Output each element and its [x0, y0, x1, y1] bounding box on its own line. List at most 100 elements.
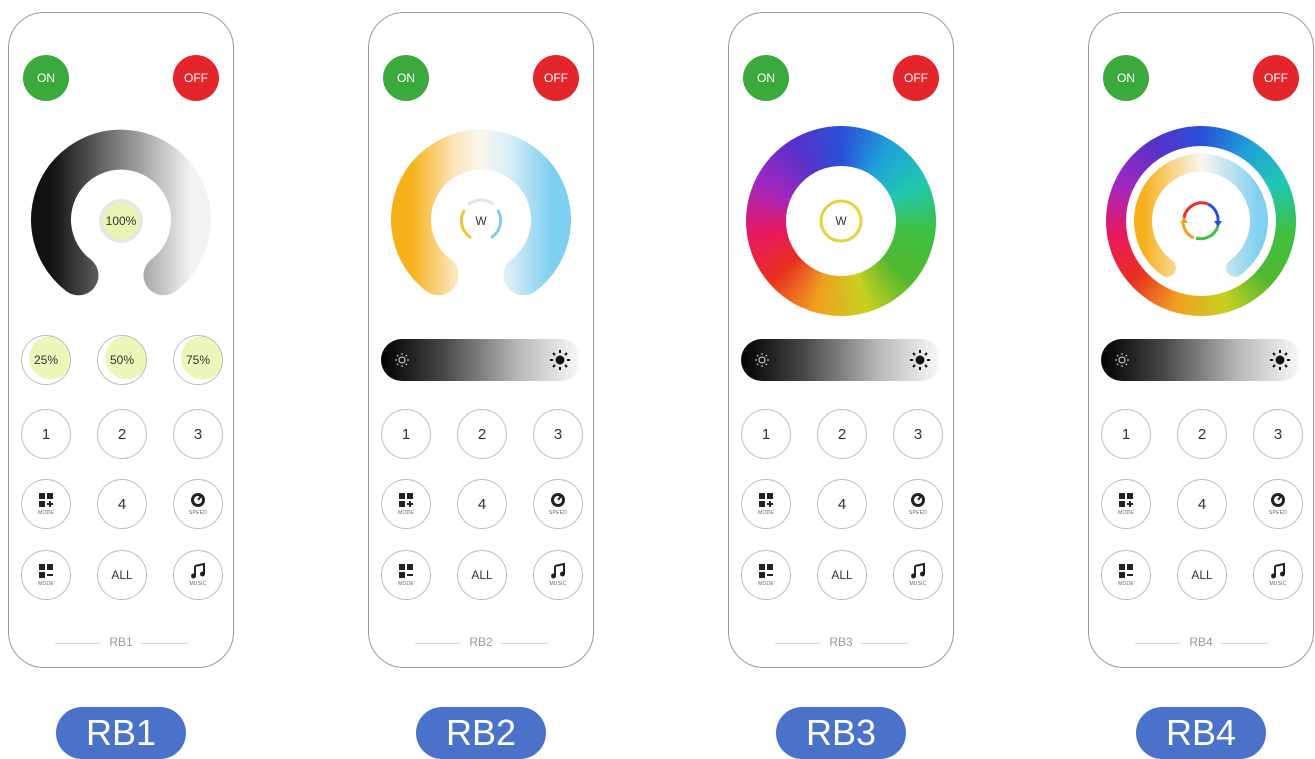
mode-minus-icon: [1119, 564, 1133, 578]
music-icon: [911, 563, 925, 579]
mode-minus-label: MODE: [38, 581, 54, 587]
mode-minus-label: MODE: [1118, 581, 1134, 587]
mode-minus-icon: [39, 564, 53, 578]
brightness-slider[interactable]: [381, 339, 581, 381]
zone-3-button[interactable]: 3: [1253, 409, 1303, 459]
mode-plus-icon: [1119, 493, 1133, 507]
mode-minus-button[interactable]: MODE: [21, 550, 71, 600]
zone-4-button[interactable]: 4: [97, 479, 147, 529]
mode-plus-button[interactable]: MODE: [1101, 479, 1151, 529]
mode-plus-icon: [399, 493, 413, 507]
zone-2-button[interactable]: 2: [97, 409, 147, 459]
footer-model-label: RB2: [369, 635, 593, 649]
zone-3-button[interactable]: 3: [533, 409, 583, 459]
speed-icon: [191, 493, 205, 507]
mode-plus-label: MODE: [1118, 510, 1134, 516]
on-button[interactable]: ON: [383, 55, 429, 101]
on-button[interactable]: ON: [1103, 55, 1149, 101]
music-button[interactable]: MUSIC: [533, 550, 583, 600]
sun-low-icon: [1115, 353, 1129, 367]
music-button[interactable]: MUSIC: [893, 550, 943, 600]
on-button[interactable]: ON: [23, 55, 69, 101]
brightness-slider[interactable]: [1101, 339, 1301, 381]
speed-button[interactable]: SPEED: [893, 479, 943, 529]
cct-ring[interactable]: [1134, 153, 1268, 277]
remote-rb1: ON OFF 100% 25% 50% 75% 1 2 3 MODE 4 SPE…: [8, 12, 234, 668]
all-button[interactable]: ALL: [457, 550, 507, 600]
white-center-label: W: [475, 214, 487, 228]
zone-1-button[interactable]: 1: [741, 409, 791, 459]
mode-minus-label: MODE: [758, 581, 774, 587]
speed-button[interactable]: SPEED: [173, 479, 223, 529]
zone-4-button[interactable]: 4: [817, 479, 867, 529]
speed-label: SPEED: [189, 510, 207, 516]
speed-icon: [911, 493, 925, 507]
off-button[interactable]: OFF: [173, 55, 219, 101]
speed-icon: [551, 493, 565, 507]
color-temperature-wheel[interactable]: W: [386, 126, 576, 316]
remote-rb4: ON OFF 1 2 3 MODE 4 SPEED MODE ALL MUSIC…: [1088, 12, 1314, 668]
brightness-slider[interactable]: [741, 339, 941, 381]
mode-minus-button[interactable]: MODE: [741, 550, 791, 600]
mode-minus-button[interactable]: MODE: [1101, 550, 1151, 600]
remote-rb3: ON OFF W 1 2 3 MODE 4 SPEED MODE ALL MUS…: [728, 12, 954, 668]
sun-low-icon: [395, 353, 409, 367]
mode-plus-button[interactable]: MODE: [381, 479, 431, 529]
all-button[interactable]: ALL: [1177, 550, 1227, 600]
music-label: MUSIC: [1269, 581, 1287, 587]
zone-3-button[interactable]: 3: [893, 409, 943, 459]
zone-1-button[interactable]: 1: [21, 409, 71, 459]
speed-button[interactable]: SPEED: [533, 479, 583, 529]
music-label: MUSIC: [549, 581, 567, 587]
model-pill-rb3: RB3: [776, 707, 906, 759]
speed-label: SPEED: [909, 510, 927, 516]
mode-plus-icon: [759, 493, 773, 507]
off-button[interactable]: OFF: [893, 55, 939, 101]
mode-plus-label: MODE: [38, 510, 54, 516]
zone-3-button[interactable]: 3: [173, 409, 223, 459]
footer-model-label: RB4: [1089, 635, 1313, 649]
zone-4-button[interactable]: 4: [1177, 479, 1227, 529]
music-button[interactable]: MUSIC: [173, 550, 223, 600]
music-icon: [191, 563, 205, 579]
brightness-wheel[interactable]: 100%: [26, 126, 216, 316]
sun-low-icon: [755, 353, 769, 367]
sun-high-icon: [550, 350, 570, 370]
brightness-25-button[interactable]: 25%: [21, 335, 71, 385]
mode-plus-button[interactable]: MODE: [741, 479, 791, 529]
refresh-icon: [1180, 201, 1222, 241]
zone-2-button[interactable]: 2: [457, 409, 507, 459]
zone-1-button[interactable]: 1: [381, 409, 431, 459]
off-button[interactable]: OFF: [533, 55, 579, 101]
brightness-75-button[interactable]: 75%: [173, 335, 223, 385]
mode-minus-icon: [759, 564, 773, 578]
model-pill-rb1: RB1: [56, 707, 186, 759]
speed-button[interactable]: SPEED: [1253, 479, 1303, 529]
rgbcct-wheel[interactable]: [1106, 126, 1296, 316]
remote-rb2: ON OFF W 1 2 3 MODE 4 SPEED MODE ALL MUS…: [368, 12, 594, 668]
zone-2-button[interactable]: 2: [1177, 409, 1227, 459]
footer-model-label: RB3: [729, 635, 953, 649]
off-button[interactable]: OFF: [1253, 55, 1299, 101]
sun-high-icon: [1270, 350, 1290, 370]
rgb-color-wheel[interactable]: W: [746, 126, 936, 316]
all-button[interactable]: ALL: [97, 550, 147, 600]
brightness-50-button[interactable]: 50%: [97, 335, 147, 385]
model-pill-rb2: RB2: [416, 707, 546, 759]
all-button[interactable]: ALL: [817, 550, 867, 600]
zone-4-button[interactable]: 4: [457, 479, 507, 529]
zone-1-button[interactable]: 1: [1101, 409, 1151, 459]
music-icon: [1271, 563, 1285, 579]
zone-2-button[interactable]: 2: [817, 409, 867, 459]
model-pill-rb4: RB4: [1136, 707, 1266, 759]
music-label: MUSIC: [189, 581, 207, 587]
mode-plus-icon: [39, 493, 53, 507]
speed-label: SPEED: [1269, 510, 1287, 516]
on-button[interactable]: ON: [743, 55, 789, 101]
mode-plus-label: MODE: [758, 510, 774, 516]
mode-minus-button[interactable]: MODE: [381, 550, 431, 600]
mode-plus-label: MODE: [398, 510, 414, 516]
brightness-center-label: 100%: [106, 214, 137, 228]
music-button[interactable]: MUSIC: [1253, 550, 1303, 600]
mode-plus-button[interactable]: MODE: [21, 479, 71, 529]
